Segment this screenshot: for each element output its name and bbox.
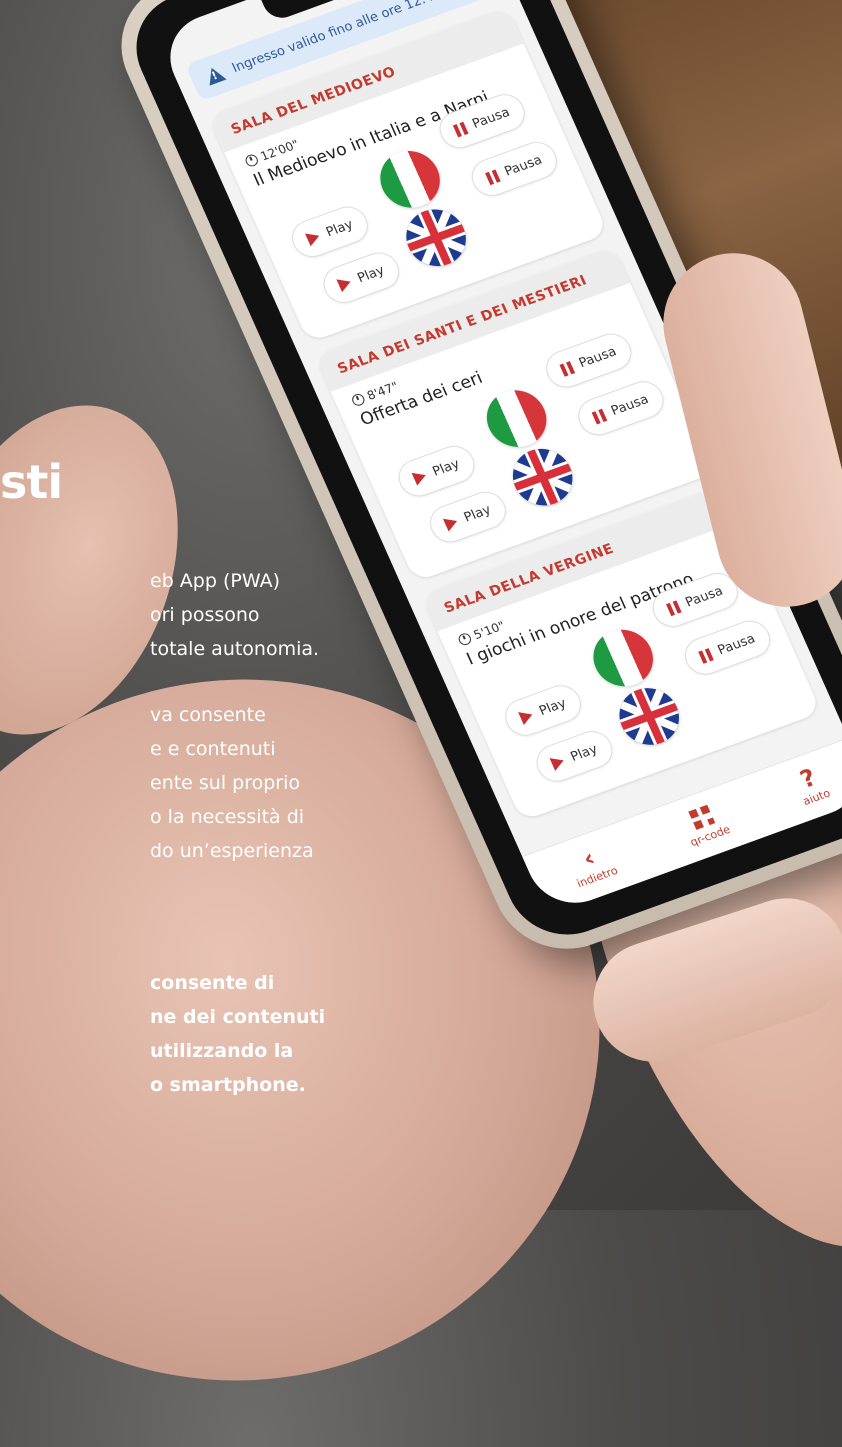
pause-label: Pausa [502,152,545,180]
pause-label: Pausa [608,391,651,419]
play-icon [305,229,323,247]
play-label: Play [430,456,462,480]
pause-button-english[interactable]: Pausa [572,376,670,441]
play-label: Play [568,741,600,765]
play-icon [549,753,567,771]
play-icon [442,514,460,532]
play-label: Play [461,502,494,526]
tab-qr-code[interactable]: qr-code [678,801,732,849]
play-label: Play [536,695,569,719]
pause-icon [452,121,469,137]
chevron-left-icon: ‹ [578,843,600,873]
pause-icon [559,360,575,377]
play-label: Play [355,262,387,286]
play-button-english[interactable]: Play [423,486,513,548]
paragraph-line: totale autonomia. [150,638,320,660]
italian-flag-icon [370,142,450,216]
pause-label: Pausa [469,104,513,132]
play-icon [411,468,429,486]
play-button-italian[interactable]: Play [499,679,588,742]
italian-flag-icon [477,382,556,456]
pause-icon [665,600,682,616]
pause-label: Pausa [683,583,726,611]
tab-help[interactable]: ? aiuto [791,762,832,808]
pause-button-english[interactable]: Pausa [465,136,564,202]
play-button-english[interactable]: Play [317,247,406,309]
clock-icon [243,152,260,169]
pause-label: Pausa [576,343,619,371]
pause-button-english[interactable]: Pausa [678,615,777,680]
play-button-english[interactable]: Play [530,725,619,787]
clock-icon [350,392,367,408]
warning-icon [203,64,227,86]
uk-flag-icon [396,201,476,275]
tab-back[interactable]: ‹ indietro [565,842,620,889]
play-icon [336,275,354,293]
uk-flag-icon [610,680,689,753]
pause-icon [591,408,607,425]
pause-label: Pausa [715,631,758,658]
uk-flag-icon [503,440,582,514]
play-label: Play [323,216,356,240]
play-button-italian[interactable]: Play [392,440,481,502]
pause-icon [484,169,501,185]
clock-icon [456,631,473,647]
question-mark-icon: ? [795,762,821,794]
italian-flag-icon [584,621,663,695]
play-icon [518,708,536,725]
paragraph-line: ori possono [150,604,260,626]
pause-icon [697,647,714,664]
qr-code-icon [688,804,716,830]
play-button-italian[interactable]: Play [285,201,375,263]
